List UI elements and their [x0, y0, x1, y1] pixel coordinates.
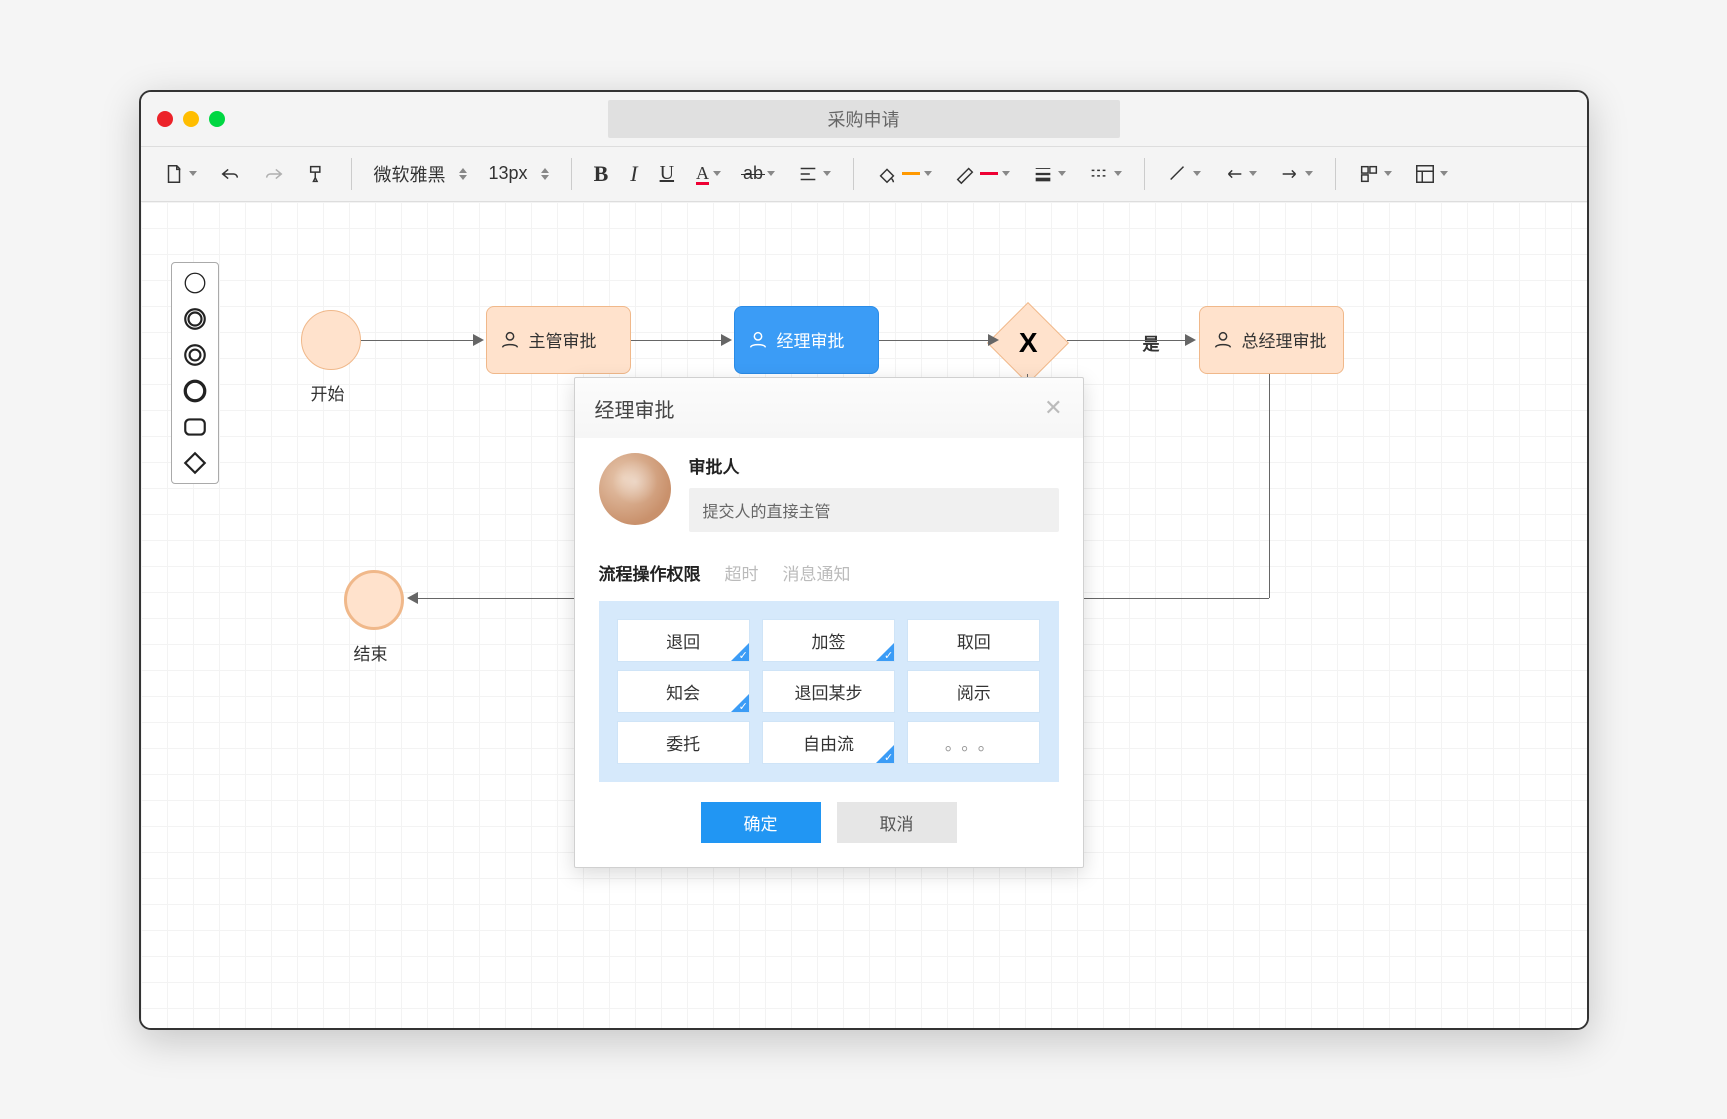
arrange-button[interactable]: [1354, 159, 1396, 189]
task-label: 主管审批: [529, 327, 597, 352]
approver-label: 审批人: [689, 453, 1059, 478]
undo-button[interactable]: [215, 159, 245, 189]
minimize-window-button[interactable]: [183, 111, 199, 127]
user-icon: [499, 329, 521, 351]
permission-item[interactable]: 阅示✓: [907, 670, 1040, 713]
user-icon: [1212, 329, 1234, 351]
cancel-button[interactable]: 取消: [837, 802, 957, 843]
italic-button[interactable]: I: [626, 157, 641, 191]
caret-down-icon: [1193, 171, 1201, 176]
approver-field[interactable]: 提交人的直接主管: [689, 488, 1059, 532]
maximize-window-button[interactable]: [209, 111, 225, 127]
user-icon: [747, 329, 769, 351]
arrow-end-button[interactable]: [1275, 159, 1317, 189]
arrow: [361, 340, 473, 342]
app-window: 采购申请 微软雅黑 13px B I U A ab: [139, 90, 1589, 1030]
palette-circle-bold[interactable]: [181, 377, 209, 405]
permission-grid: 退回✓ 加签✓ 取回✓ 知会✓ 退回某步✓ 阅示✓ 委托✓ 自由流✓ 。。。✓: [599, 601, 1059, 782]
close-icon[interactable]: ✕: [1044, 395, 1062, 421]
node-config-popover: 经理审批 ✕ 审批人 提交人的直接主管 流程操作权限 超时 消息通知 退回✓ 加签…: [574, 377, 1084, 868]
caret-down-icon: [1249, 171, 1257, 176]
tab-notify[interactable]: 消息通知: [783, 560, 851, 585]
arrowhead-icon: [721, 334, 732, 346]
format-painter-button[interactable]: [303, 159, 333, 189]
new-file-button[interactable]: [159, 159, 201, 189]
strikethrough-button[interactable]: ab: [739, 159, 779, 188]
permission-item[interactable]: 知会✓: [617, 670, 750, 713]
palette-circle-thin[interactable]: [181, 269, 209, 297]
arrow: [879, 340, 989, 342]
palette-rounded-rect[interactable]: [181, 413, 209, 441]
permission-item[interactable]: 取回✓: [907, 619, 1040, 662]
bold-button[interactable]: B: [590, 157, 613, 191]
permission-item[interactable]: 退回某步✓: [762, 670, 895, 713]
end-node[interactable]: [344, 570, 404, 630]
caret-down-icon: [1384, 171, 1392, 176]
font-size-select[interactable]: 13px: [485, 159, 553, 188]
task-node-manager[interactable]: 经理审批: [734, 306, 879, 374]
permission-item[interactable]: 。。。✓: [907, 721, 1040, 764]
arrowhead-icon: [473, 334, 484, 346]
arrow-start-button[interactable]: [1219, 159, 1261, 189]
arrowhead-icon: [407, 592, 418, 604]
close-window-button[interactable]: [157, 111, 173, 127]
caret-down-icon: [1305, 171, 1313, 176]
font-family-select[interactable]: 微软雅黑: [370, 157, 471, 191]
task-label: 经理审批: [777, 327, 845, 352]
permission-item[interactable]: 加签✓: [762, 619, 895, 662]
caret-down-icon: [1440, 171, 1448, 176]
caret-down-icon: [924, 171, 932, 176]
shape-palette: [171, 262, 219, 484]
gateway-yes-label: 是: [1143, 330, 1160, 355]
arrowhead-icon: [988, 334, 999, 346]
gateway-node[interactable]: X: [986, 301, 1068, 383]
caret-down-icon: [823, 171, 831, 176]
tab-permissions[interactable]: 流程操作权限: [599, 560, 701, 585]
window-controls: [157, 111, 225, 127]
layout-button[interactable]: [1410, 159, 1452, 189]
caret-down-icon: [1114, 171, 1122, 176]
line-width-button[interactable]: [1028, 159, 1070, 189]
arrowhead-icon: [1185, 334, 1196, 346]
tab-timeout[interactable]: 超时: [725, 560, 759, 585]
arrow: [1067, 340, 1185, 342]
align-button[interactable]: [793, 159, 835, 189]
caret-down-icon: [767, 171, 775, 176]
titlebar: 采购申请: [141, 92, 1587, 146]
underline-button[interactable]: U: [656, 158, 678, 189]
caret-down-icon: [189, 171, 197, 176]
caret-down-icon: [1002, 171, 1010, 176]
start-label: 开始: [311, 380, 345, 405]
permission-item[interactable]: 自由流✓: [762, 721, 895, 764]
start-node[interactable]: [301, 310, 361, 370]
toolbar: 微软雅黑 13px B I U A ab: [141, 146, 1587, 202]
redo-button[interactable]: [259, 159, 289, 189]
fill-color-button[interactable]: [872, 159, 936, 189]
caret-down-icon: [1058, 171, 1066, 176]
palette-diamond[interactable]: [181, 449, 209, 477]
confirm-button[interactable]: 确定: [701, 802, 821, 843]
permission-item[interactable]: 委托✓: [617, 721, 750, 764]
task-node-gm[interactable]: 总经理审批: [1199, 306, 1344, 374]
connector-type-button[interactable]: [1163, 159, 1205, 189]
permission-item[interactable]: 退回✓: [617, 619, 750, 662]
popover-title: 经理审批: [595, 394, 675, 423]
font-color-button[interactable]: A: [692, 159, 725, 189]
end-label: 结束: [354, 640, 388, 665]
window-title: 采购申请: [608, 100, 1120, 138]
avatar: [599, 453, 671, 525]
task-node-supervisor[interactable]: 主管审批: [486, 306, 631, 374]
task-label: 总经理审批: [1242, 327, 1327, 352]
arrow: [1269, 374, 1271, 598]
popover-tabs: 流程操作权限 超时 消息通知: [575, 548, 1083, 601]
palette-circle-double[interactable]: [181, 305, 209, 333]
canvas[interactable]: 开始 主管审批 经理审批 X 是 总经理审批 结束: [141, 202, 1587, 1028]
arrow: [631, 340, 721, 342]
caret-down-icon: [713, 171, 721, 176]
line-style-button[interactable]: [1084, 159, 1126, 189]
palette-circle-inner[interactable]: [181, 341, 209, 369]
line-color-button[interactable]: [950, 159, 1014, 189]
